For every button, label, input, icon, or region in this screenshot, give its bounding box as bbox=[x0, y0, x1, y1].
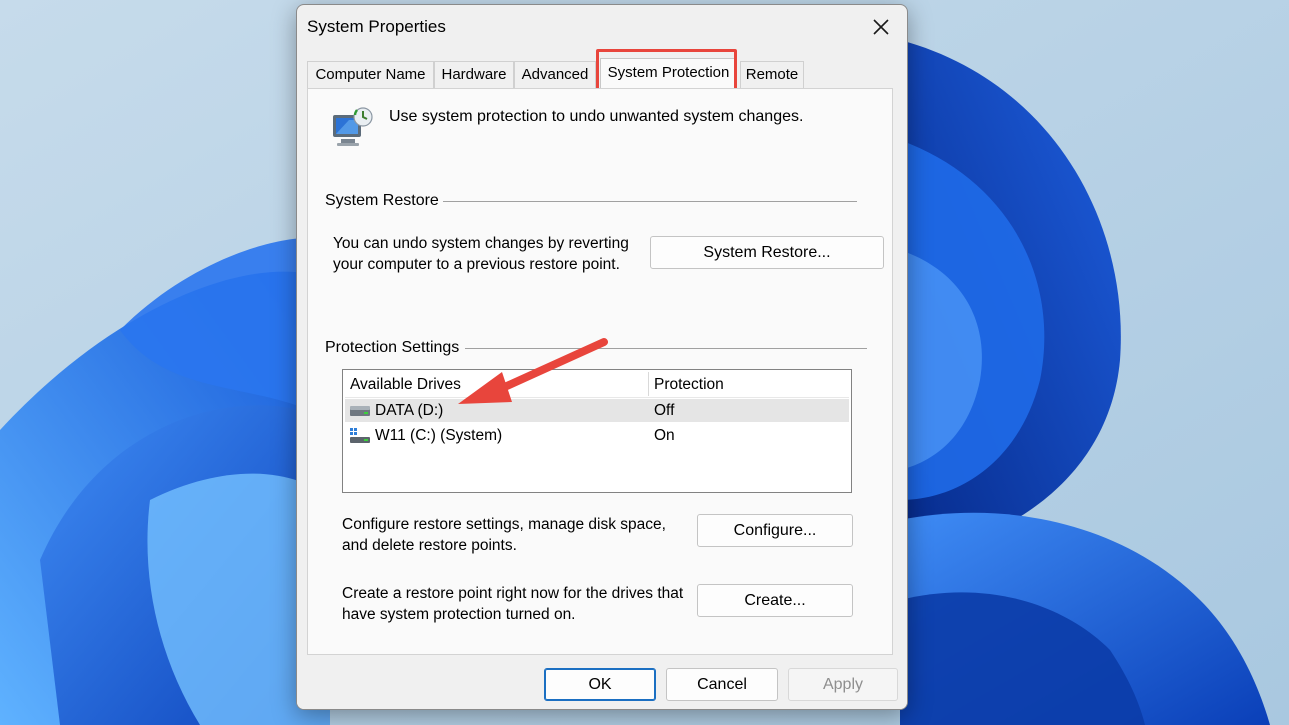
title-bar[interactable]: System Properties bbox=[297, 5, 907, 49]
column-header-protection[interactable]: Protection bbox=[654, 374, 724, 396]
window-title: System Properties bbox=[307, 17, 446, 36]
close-button[interactable] bbox=[861, 11, 901, 43]
tab-advanced[interactable]: Advanced bbox=[514, 61, 596, 88]
tab-system-protection[interactable]: System Protection bbox=[600, 58, 737, 89]
system-restore-group-label: System Restore bbox=[325, 192, 443, 210]
system-drive-icon bbox=[350, 428, 370, 443]
drive-row-system[interactable]: W11 (C:) (System) On bbox=[345, 424, 849, 447]
system-properties-window: System Properties Computer Name Hardware… bbox=[296, 4, 908, 710]
configure-description: Configure restore settings, manage disk … bbox=[342, 516, 666, 554]
system-protection-icon bbox=[333, 107, 373, 146]
close-icon bbox=[873, 19, 889, 35]
ok-button[interactable]: OK bbox=[544, 668, 656, 701]
dialog-footer: OK Cancel Apply bbox=[297, 655, 907, 709]
tab-remote[interactable]: Remote bbox=[740, 61, 804, 88]
column-header-drives[interactable]: Available Drives bbox=[350, 374, 461, 396]
tab-computer-name[interactable]: Computer Name bbox=[307, 61, 434, 88]
configure-button[interactable]: Configure... bbox=[697, 514, 853, 547]
available-drives-list[interactable]: Available Drives Protection DATA (D:) Of… bbox=[342, 369, 852, 493]
system-restore-divider bbox=[443, 201, 857, 202]
create-button[interactable]: Create... bbox=[697, 584, 853, 617]
protection-settings-divider bbox=[465, 348, 867, 349]
system-restore-button[interactable]: System Restore... bbox=[650, 236, 884, 269]
header-description: Use system protection to undo unwanted s… bbox=[389, 108, 804, 125]
cancel-button[interactable]: Cancel bbox=[666, 668, 778, 701]
system-restore-description: You can undo system changes by reverting… bbox=[333, 235, 629, 273]
column-divider[interactable] bbox=[648, 372, 649, 396]
protection-settings-group-label: Protection Settings bbox=[325, 339, 464, 357]
drive-row-data[interactable]: DATA (D:) Off bbox=[345, 399, 849, 422]
create-description: Create a restore point right now for the… bbox=[342, 585, 684, 623]
tab-hardware[interactable]: Hardware bbox=[434, 61, 514, 88]
apply-button[interactable]: Apply bbox=[788, 668, 898, 701]
drive-icon bbox=[350, 406, 370, 416]
